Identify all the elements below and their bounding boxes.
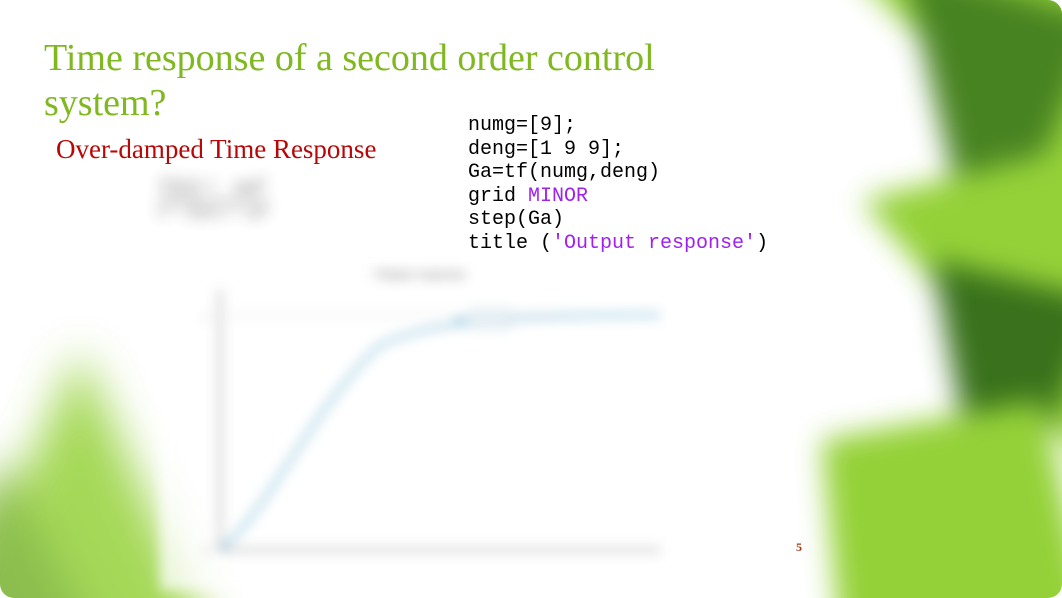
code-line-1: numg=[9]; [468,114,576,137]
code-line-3: Ga=tf(numg,deng) [468,161,660,184]
matlab-code: numg=[9]; deng=[1 9 9]; Ga=tf(numg,deng)… [468,114,768,256]
code-line-5: step(Ga) [468,208,564,231]
code-line-2: deng=[1 9 9]; [468,138,624,161]
slide-title: Time response of a second order control … [44,36,764,126]
code-line-4b: MINOR [528,185,588,208]
slide-subtitle: Over-damped Time Response [56,134,376,165]
page-number: 5 [796,540,802,555]
code-line-6a: title ( [468,232,552,255]
svg-text:0: 0 [205,545,211,557]
step-response-chart: Output response 1 0 [160,260,680,590]
footer-text: DEE4103_CSE_IMS [0,566,1062,584]
svg-text:Output response: Output response [374,267,465,282]
code-line-4a: grid [468,185,528,208]
equation-blurred: G(s) = ωn² s² + 2ζωn s + ωn² [78,172,348,252]
svg-text:1: 1 [205,311,211,323]
code-line-6c: ) [756,232,768,255]
decorative-triangles-right [782,0,1062,598]
code-line-6b: 'Output response' [552,232,756,255]
slide: Time response of a second order control … [0,0,1062,598]
